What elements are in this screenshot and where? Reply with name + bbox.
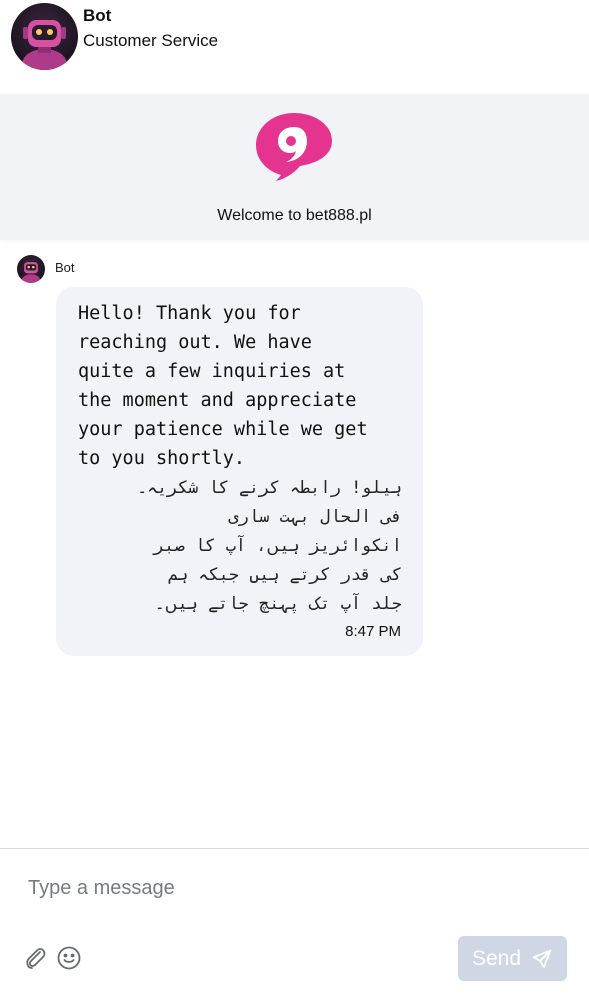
welcome-banner: Welcome to bet888.pl (0, 94, 589, 240)
send-button[interactable]: Send (458, 936, 567, 981)
composer-divider (0, 848, 589, 849)
send-plane-icon (532, 949, 552, 968)
attachment-icon[interactable] (23, 945, 49, 971)
message-sender: Bot (55, 260, 75, 275)
message-text-urdu: ہیلو! رابطہ کرنے کا شکریہ۔ فی الحال بہت … (137, 478, 402, 614)
message-text-english: Hello! Thank you for reaching out. We ha… (78, 303, 368, 469)
chat-header: Bot Customer Service (0, 0, 589, 94)
welcome-text: Welcome to bet888.pl (217, 207, 372, 224)
message-timestamp: 8:47 PM (345, 623, 401, 640)
message-input[interactable] (28, 873, 568, 903)
message-bubble: Hello! Thank you for reaching out. We ha… (56, 287, 423, 656)
chat-bubble-logo (254, 111, 334, 181)
message-avatar (17, 255, 45, 283)
bot-name: Bot (83, 6, 112, 25)
bot-avatar (11, 3, 78, 70)
send-label: Send (471, 946, 522, 970)
bot-subtitle: Customer Service (83, 31, 219, 50)
emoji-icon[interactable] (56, 945, 82, 971)
